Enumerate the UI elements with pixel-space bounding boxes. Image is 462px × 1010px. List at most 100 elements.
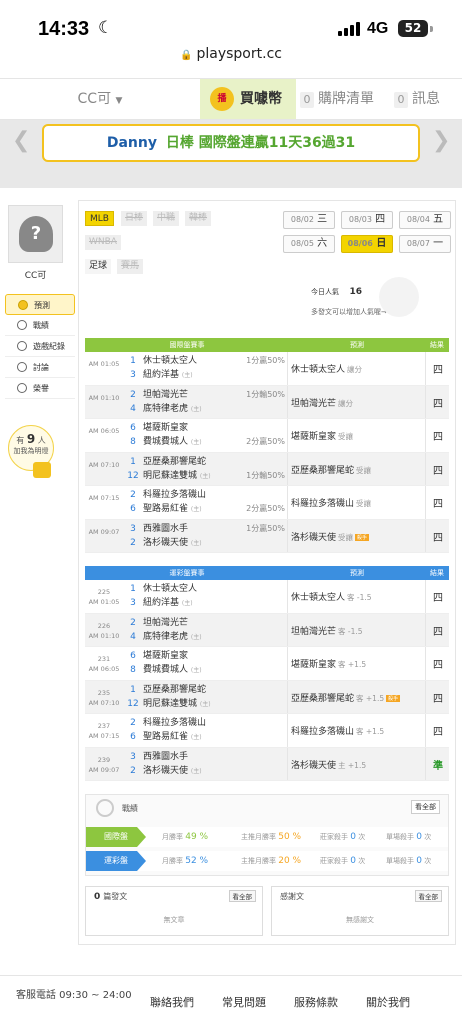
prediction-pick: 坦帕灣光芒 讓分	[291, 398, 354, 409]
date-0802[interactable]: 08/02 三	[283, 211, 335, 229]
status-bar: 14:33 ☾ 4G 52	[0, 0, 462, 44]
sport-tab-wnba[interactable]: WNBA	[85, 235, 121, 250]
col-pick: 預測	[350, 341, 364, 349]
handicap-line: 1分輸50%	[246, 470, 285, 480]
sport-tab-cpbl[interactable]: 中職	[153, 211, 180, 226]
avatar[interactable]: ?	[8, 205, 63, 263]
game-time: 231 AM 06:05	[88, 655, 120, 673]
date-0805[interactable]: 08/05 六	[283, 235, 335, 253]
prediction-pick: 坦帕灣光芒客 -1.5	[291, 626, 363, 637]
sidebar-item-game-log[interactable]: 遊戲紀錄	[5, 336, 75, 357]
col-game: 國際盤賽事	[169, 341, 205, 349]
team-numbers: 68	[130, 651, 136, 675]
message-link[interactable]: 0 訊息	[394, 79, 462, 119]
home-mark: (主)	[190, 405, 202, 413]
game-time: 235 AM 07:10	[88, 688, 120, 707]
table-row: AM 09:07 3 2 西雅圖水手 洛杉磯天使 (主) 1分贏50% 洛杉磯天使 受讓 殺手 四	[85, 519, 449, 553]
date-0806[interactable]: 08/06 日	[341, 235, 393, 253]
sport-tab-mlb[interactable]: MLB	[85, 211, 114, 226]
matchup[interactable]: 科羅拉多落磯山 聖路易紅雀 (主)	[143, 716, 206, 745]
home-mark: (主)	[190, 633, 202, 641]
footer: 客服電話 09:30 ~ 24:00 聯絡我們 常見問題 服務條款 關於我們	[0, 975, 462, 1009]
date-0807[interactable]: 08/07 一	[399, 235, 451, 253]
matchup[interactable]: 亞歷桑那響尾蛇 明尼蘇達雙城 (主)	[143, 455, 211, 484]
sidebar-item-discussion[interactable]: 討論	[5, 357, 75, 378]
matchup[interactable]: 亞歷桑那響尾蛇 明尼蘇達雙城 (主)	[143, 683, 211, 712]
matchup[interactable]: 西雅圖水手 洛杉磯天使 (主)	[143, 522, 202, 551]
footer-link-faq[interactable]: 常見問題	[222, 996, 266, 1009]
matchup[interactable]: 堪薩斯皇家 費城費城人 (主)	[143, 421, 202, 450]
game-time: AM 07:10	[88, 460, 120, 469]
matchup[interactable]: 休士頓太空人 紐約洋基 (主)	[143, 582, 197, 611]
sidebar-item-label: 預測	[34, 301, 50, 310]
home-mark: (主)	[199, 700, 211, 708]
popularity-label: 今日人氣	[311, 288, 339, 296]
message-count: 0	[394, 92, 408, 108]
thanks-box: 感謝文 看全部 無感謝文	[271, 886, 449, 936]
footer-link-contact[interactable]: 聯絡我們	[150, 996, 194, 1009]
prediction-pick: 洛杉磯天使 受讓 殺手	[291, 532, 370, 543]
sport-tab-kbo[interactable]: 韓棒	[185, 211, 212, 226]
sport-tab-soccer[interactable]: 足球	[85, 259, 112, 274]
result-badge: 四	[433, 660, 443, 671]
team-numbers: 26	[130, 718, 136, 742]
result-badge: 四	[433, 626, 443, 638]
result-badge: 四	[433, 593, 443, 604]
prediction-pick: 休士頓太空人客 -1.5	[291, 593, 372, 603]
matchup[interactable]: 休士頓太空人 紐約洋基 (主)	[143, 354, 197, 383]
bulb-count: 9	[26, 432, 36, 446]
matchup[interactable]: 科羅拉多落磯山 聖路易紅雀 (主)	[143, 488, 206, 517]
home-mark: (主)	[190, 539, 202, 547]
game-time: AM 01:05	[88, 360, 120, 368]
col-game: 運彩盤賽事	[169, 569, 205, 577]
buy-coin-label: 買噱幣	[240, 91, 282, 107]
result-badge: 四	[433, 499, 443, 510]
prediction-pick: 堪薩斯皇家客 +1.5	[291, 660, 367, 670]
matchup[interactable]: 堪薩斯皇家 費城費城人 (主)	[143, 649, 202, 678]
stats-title: 戰績	[122, 804, 138, 813]
sidebar-item-record[interactable]: 戰績	[5, 315, 75, 336]
thanks-view-all-button[interactable]: 看全部	[414, 890, 442, 902]
lock-icon: 🔒	[180, 50, 193, 61]
clock: 14:33	[38, 18, 90, 40]
home-mark: (主)	[190, 439, 202, 446]
battery-icon: 52	[398, 20, 428, 37]
result-badge: 四	[433, 693, 443, 705]
prediction-pick: 亞歷桑那響尾蛇 受讓	[291, 465, 372, 476]
matchup[interactable]: 西雅圖水手 洛杉磯天使 (主)	[143, 750, 202, 779]
footer-link-about[interactable]: 關於我們	[366, 996, 410, 1009]
chevron-left-icon[interactable]: ❮	[12, 128, 30, 153]
table-row: 231 AM 06:05 6 8 堪薩斯皇家 費城費城人 (主) 堪薩斯皇家客 +1.5 四	[85, 647, 449, 681]
user-menu[interactable]: CC可 ▼	[0, 79, 200, 119]
posts-empty: 無文章	[163, 916, 185, 924]
footer-link-terms[interactable]: 服務條款	[294, 996, 338, 1009]
prediction-panel: MLB 日棒 中職 韓棒 WNBA 足球 賽馬 08/02 三 08/03 四 …	[78, 200, 456, 945]
sport-tab-jpb[interactable]: 日棒	[121, 211, 148, 226]
sidebar-item-predict[interactable]: 預測	[5, 294, 75, 315]
matchup[interactable]: 坦帕灣光芒 底特律老虎 (主)	[143, 616, 202, 645]
game-time: AM 06:05	[88, 427, 120, 435]
buy-coin-button[interactable]: 播 買噱幣	[200, 79, 296, 119]
sport-tab-horse[interactable]: 賽馬	[117, 259, 144, 274]
sidebar-item-label: 戰績	[33, 321, 49, 330]
prediction-pick: 洛杉磯天使主 +1.5	[291, 760, 367, 771]
coin-icon: 播	[210, 87, 234, 111]
prediction-pick: 亞歷桑那響尾蛇客 +1.5 殺手	[291, 693, 401, 704]
popularity: 今日人氣 16	[311, 287, 362, 297]
chevron-right-icon[interactable]: ❯	[432, 128, 450, 153]
url-bar[interactable]: 🔒 playsport.cc	[0, 46, 462, 74]
thanks-label: 感謝文	[280, 892, 304, 901]
sidebar-item-honor[interactable]: 榮譽	[5, 378, 75, 399]
date-0804[interactable]: 08/04 五	[399, 211, 451, 229]
promo-box[interactable]: Danny 日棒 國際盤連贏11天36過31	[42, 124, 420, 162]
user-menu-label: CC可	[77, 91, 112, 107]
result-badge: 四	[433, 727, 443, 738]
date-0803[interactable]: 08/03 四	[341, 211, 393, 229]
cart-link[interactable]: 0 購牌清單	[300, 79, 390, 119]
posts-view-all-button[interactable]: 看全部	[228, 890, 256, 902]
table-row: AM 07:10 1 12 亞歷桑那響尾蛇 明尼蘇達雙城 (主) 1分輸50% 亞歷桑那響尾…	[85, 452, 449, 486]
matchup[interactable]: 坦帕灣光芒 底特律老虎 (主)	[143, 388, 202, 417]
intl-table: 國際盤賽事 預測 結果 AM 01:05 1 3 休士頓太空人 紐約洋基 (主) 1分贏5…	[85, 338, 449, 553]
cart-count: 0	[300, 92, 314, 108]
stats-view-all-button[interactable]: 看全部	[411, 800, 440, 814]
